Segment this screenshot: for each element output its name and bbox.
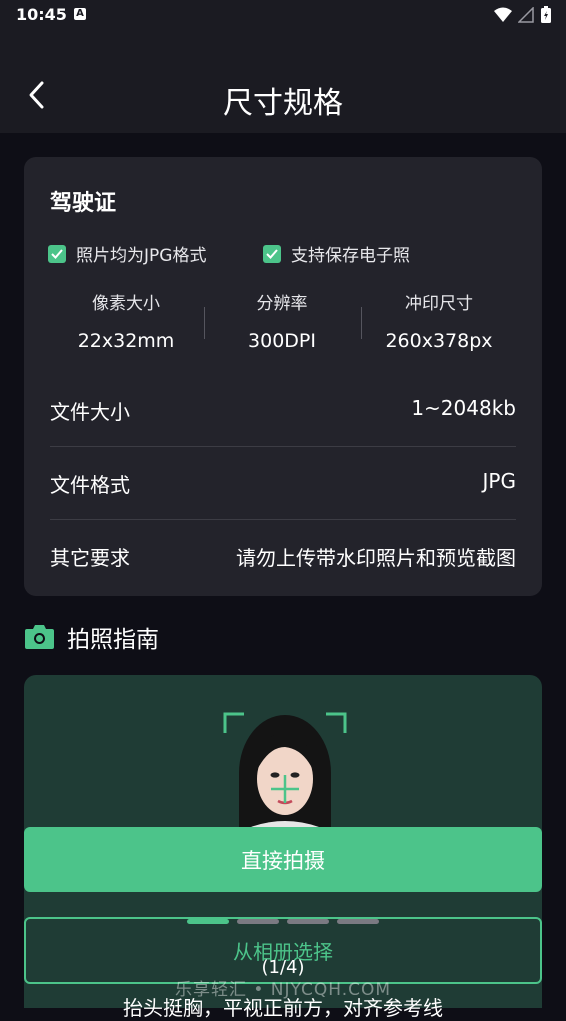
row-value: 请勿上传带水印照片和预览截图 [236,546,516,570]
face-guide-frame-icon [223,712,347,803]
pager-dot [237,919,279,924]
guide-caption: 抬头挺胸，平视正前方，对齐参考线 [123,996,443,1020]
document-type-title: 驾驶证 [50,191,117,216]
status-icons [494,6,552,24]
metric-pixel-size: 像素大小 22x32mm [51,289,201,352]
pager-dot [337,919,379,924]
file-format-row: 文件格式 JPG [50,447,516,520]
notification-icon: A [74,8,86,20]
other-requirements-row: 其它要求 请勿上传带水印照片和预览截图 [50,520,516,593]
status-time: 10:45 [16,5,67,24]
row-label: 文件格式 [50,473,130,497]
pager-dot [287,919,329,924]
camera-icon [25,625,54,649]
row-value: JPG [482,469,516,493]
electronic-photo-check: 支持保存电子照 [263,241,410,266]
spec-card: 驾驶证 照片均为JPG格式 支持保存电子照 像素大小 22x32mm 分辨率 3… [24,157,542,596]
wifi-icon [494,7,512,22]
metric-label: 像素大小 [92,294,160,314]
metric-print-size: 冲印尺寸 260x378px [364,289,514,352]
metric-label: 冲印尺寸 [405,294,473,314]
row-label: 文件大小 [50,400,130,424]
check-label: 支持保存电子照 [291,246,410,266]
guide-title: 拍照指南 [67,627,159,653]
header: 尺寸规格 [0,30,566,133]
signal-icon [518,7,534,23]
checkbox-checked-icon [48,244,66,263]
pager-dot [187,919,229,924]
guide-header: 拍照指南 [24,620,159,654]
take-photo-button[interactable]: 直接拍摄 [24,827,542,892]
check-label: 照片均为JPG格式 [76,246,207,266]
checkbox-checked-icon [263,244,281,263]
metric-resolution: 分辨率 300DPI [207,289,357,352]
divider [204,307,205,339]
metric-label: 分辨率 [256,294,308,314]
row-label: 其它要求 [50,546,130,570]
row-value: 1~2048kb [411,396,516,420]
divider [361,307,362,339]
file-size-row: 文件大小 1~2048kb [50,374,516,447]
status-bar: 10:45 A [0,0,566,30]
guide-pager-dots [187,919,379,924]
battery-icon [541,6,551,23]
metric-value: 22x32mm [77,330,175,352]
metric-value: 260x378px [385,330,493,352]
page-title: 尺寸规格 [223,86,343,121]
metric-value: 300DPI [248,330,316,352]
jpg-format-check: 照片均为JPG格式 [48,241,206,266]
